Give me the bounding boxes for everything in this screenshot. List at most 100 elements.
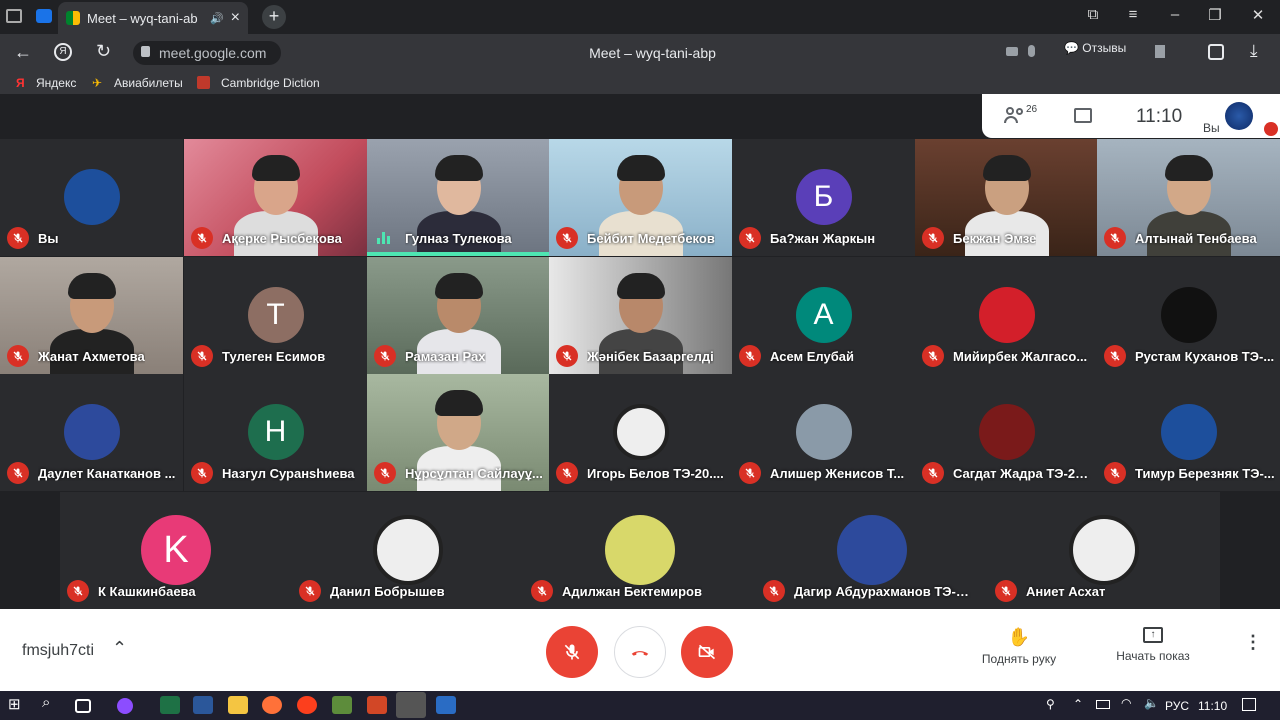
tab-close-icon[interactable]: × <box>231 9 240 27</box>
new-tab-button[interactable]: + <box>262 5 286 29</box>
bookmark-yandex[interactable]: Яндекс <box>36 76 76 90</box>
chevron-up-icon[interactable]: ⌃ <box>112 638 127 659</box>
bookmark-icon[interactable] <box>1155 45 1165 58</box>
participant-avatar <box>1160 404 1217 460</box>
muted-mic-icon <box>556 345 578 367</box>
participant-name: Игорь Белов ТЭ-20.... <box>587 466 724 481</box>
self-avatar[interactable] <box>1225 102 1253 130</box>
taskbar-clock[interactable]: 11:10 <box>1198 699 1227 713</box>
participant-tile[interactable]: Тимур Березняк ТЭ-... <box>1097 374 1280 491</box>
participant-tile[interactable]: Дагир Абдурахманов ТЭ-20-... <box>756 492 988 609</box>
hand-icon: ✋ <box>1007 627 1031 647</box>
task-view-icon[interactable] <box>75 699 91 713</box>
yandex-taskbar-icon[interactable] <box>297 696 317 714</box>
language-indicator[interactable]: РУС <box>1165 699 1189 713</box>
explorer-icon[interactable] <box>228 696 248 714</box>
firefox-icon[interactable] <box>262 696 282 714</box>
feedback-button[interactable]: 💬 Отзывы <box>1064 41 1126 55</box>
participant-tile[interactable]: Аниет Асхат <box>988 492 1220 609</box>
participant-tile[interactable]: Сагдат Жадра ТЭ-20... <box>915 374 1098 491</box>
participant-tile[interactable]: Данил Бобрышев <box>292 492 524 609</box>
participant-tile[interactable]: А Асем Елубай <box>732 257 915 374</box>
participant-name: Тимур Березняк ТЭ-... <box>1135 466 1275 481</box>
participant-tile[interactable]: Алишер Женисов Т... <box>732 374 915 491</box>
volume-icon[interactable]: 🔈 <box>1144 696 1159 710</box>
muted-mic-icon <box>1104 227 1126 249</box>
participant-tile[interactable]: Бекжан Эмзе <box>915 139 1098 256</box>
collections-icon[interactable]: ⧉ <box>1078 6 1108 23</box>
notifications-icon[interactable] <box>1242 698 1256 711</box>
muted-mic-icon <box>374 462 396 484</box>
participant-tile[interactable]: Даулет Канатканов ... <box>0 374 183 491</box>
participant-tile[interactable]: Рамазан Рах <box>367 257 550 374</box>
more-options-icon[interactable]: ⋮ <box>1244 633 1262 651</box>
meeting-code[interactable]: fmsjuh7cti <box>22 642 94 660</box>
participant-tile[interactable]: Ақерке Рысбекова <box>184 139 367 256</box>
messenger-icon[interactable] <box>36 9 52 23</box>
battery-icon[interactable] <box>1096 700 1110 709</box>
participant-name: Рустам Куханов ТЭ-... <box>1135 349 1275 364</box>
people-icon[interactable] <box>1004 107 1026 123</box>
yandex-browser-icon[interactable] <box>396 692 426 718</box>
minecraft-icon[interactable] <box>332 696 352 714</box>
bookmark-aviabilety[interactable]: Авиабилеты <box>114 76 183 90</box>
participant-tile[interactable]: Нұрсұлтан Сайлауұ... <box>367 374 550 491</box>
chevron-up-tray-icon[interactable]: ⌃ <box>1073 697 1083 711</box>
tab-actions-icon[interactable] <box>6 9 22 23</box>
participant-tile[interactable]: Мийирбек Жалгасо... <box>915 257 1098 374</box>
search-icon[interactable]: ⌕ <box>42 694 62 712</box>
present-screen-icon: ↑ <box>1143 627 1163 643</box>
speaking-border <box>367 252 550 256</box>
minimize-button[interactable]: – <box>1160 6 1190 23</box>
participant-tile[interactable]: Жанат Ахметова <box>0 257 183 374</box>
speaker-icon[interactable]: 🔊 <box>210 12 224 25</box>
menu-icon[interactable]: ≡ <box>1118 6 1148 23</box>
download-icon[interactable]: ⤓ <box>1250 41 1258 61</box>
participant-tile[interactable]: Б Ба?жан Жаркын <box>732 139 915 256</box>
camera-toggle-button[interactable] <box>681 626 733 678</box>
cambridge-bookmark-icon <box>197 76 210 89</box>
participant-tile[interactable]: Вы <box>0 139 183 256</box>
word-icon[interactable] <box>193 696 213 714</box>
present-button[interactable]: ↑ Начать показ <box>1108 627 1198 663</box>
leave-call-button[interactable] <box>614 626 666 678</box>
participant-name: Даулет Канатканов ... <box>38 466 176 481</box>
meet-app-icon[interactable] <box>436 696 456 714</box>
participant-tile[interactable]: Гулназ Тулекова <box>367 139 550 256</box>
camera-off-icon <box>698 644 716 660</box>
participant-avatar <box>837 515 907 585</box>
participant-tile[interactable]: Н Назгул Суранshиева <box>184 374 367 491</box>
person-tray-icon[interactable]: ⚲ <box>1046 697 1055 711</box>
wifi-icon[interactable]: ◠ <box>1121 696 1131 710</box>
participant-tile[interactable]: Бейбит Медетбеков <box>549 139 732 256</box>
participant-name: Ақерке Рысбекова <box>222 231 342 246</box>
participant-tile[interactable]: Адилжан Бектемиров <box>524 492 756 609</box>
excel-icon[interactable] <box>160 696 180 714</box>
restore-button[interactable]: ❐ <box>1200 6 1230 24</box>
participant-tile[interactable]: KК Кашкинбаева <box>60 492 292 609</box>
participant-tile[interactable]: Игорь Белов ТЭ-20.... <box>549 374 732 491</box>
bookmark-cambridge[interactable]: Cambridge Diction <box>221 76 320 90</box>
tab-meet[interactable]: Meet – wyq-tani-ab 🔊 × <box>58 2 248 34</box>
start-icon[interactable]: ⊞ <box>8 695 28 713</box>
muted-mic-icon <box>739 345 761 367</box>
participant-avatar <box>605 515 675 585</box>
participant-tile[interactable]: Т Тулеген Есимов <box>184 257 367 374</box>
mic-toggle-button[interactable] <box>546 626 598 678</box>
participant-tile[interactable]: Рустам Куханов ТЭ-... <box>1097 257 1280 374</box>
powerpoint-icon[interactable] <box>367 696 387 714</box>
muted-mic-icon <box>374 345 396 367</box>
mic-indicator-icon[interactable] <box>1028 45 1035 57</box>
participant-name: Асем Елубай <box>770 349 854 364</box>
extensions-icon[interactable] <box>1208 44 1224 60</box>
participant-tile[interactable]: Жәнібек Базаргелді <box>549 257 732 374</box>
alice-icon[interactable] <box>117 698 133 714</box>
raise-hand-button[interactable]: ✋ Поднять руку <box>974 627 1064 666</box>
participant-tile[interactable]: Алтынай Тенбаева <box>1097 139 1280 256</box>
camera-indicator-icon[interactable] <box>1006 47 1018 56</box>
participant-avatar <box>795 404 852 460</box>
close-window-button[interactable]: ✕ <box>1243 6 1273 24</box>
muted-mic-icon <box>1104 345 1126 367</box>
self-label: Вы <box>1203 121 1220 135</box>
chat-icon[interactable] <box>1074 108 1092 123</box>
